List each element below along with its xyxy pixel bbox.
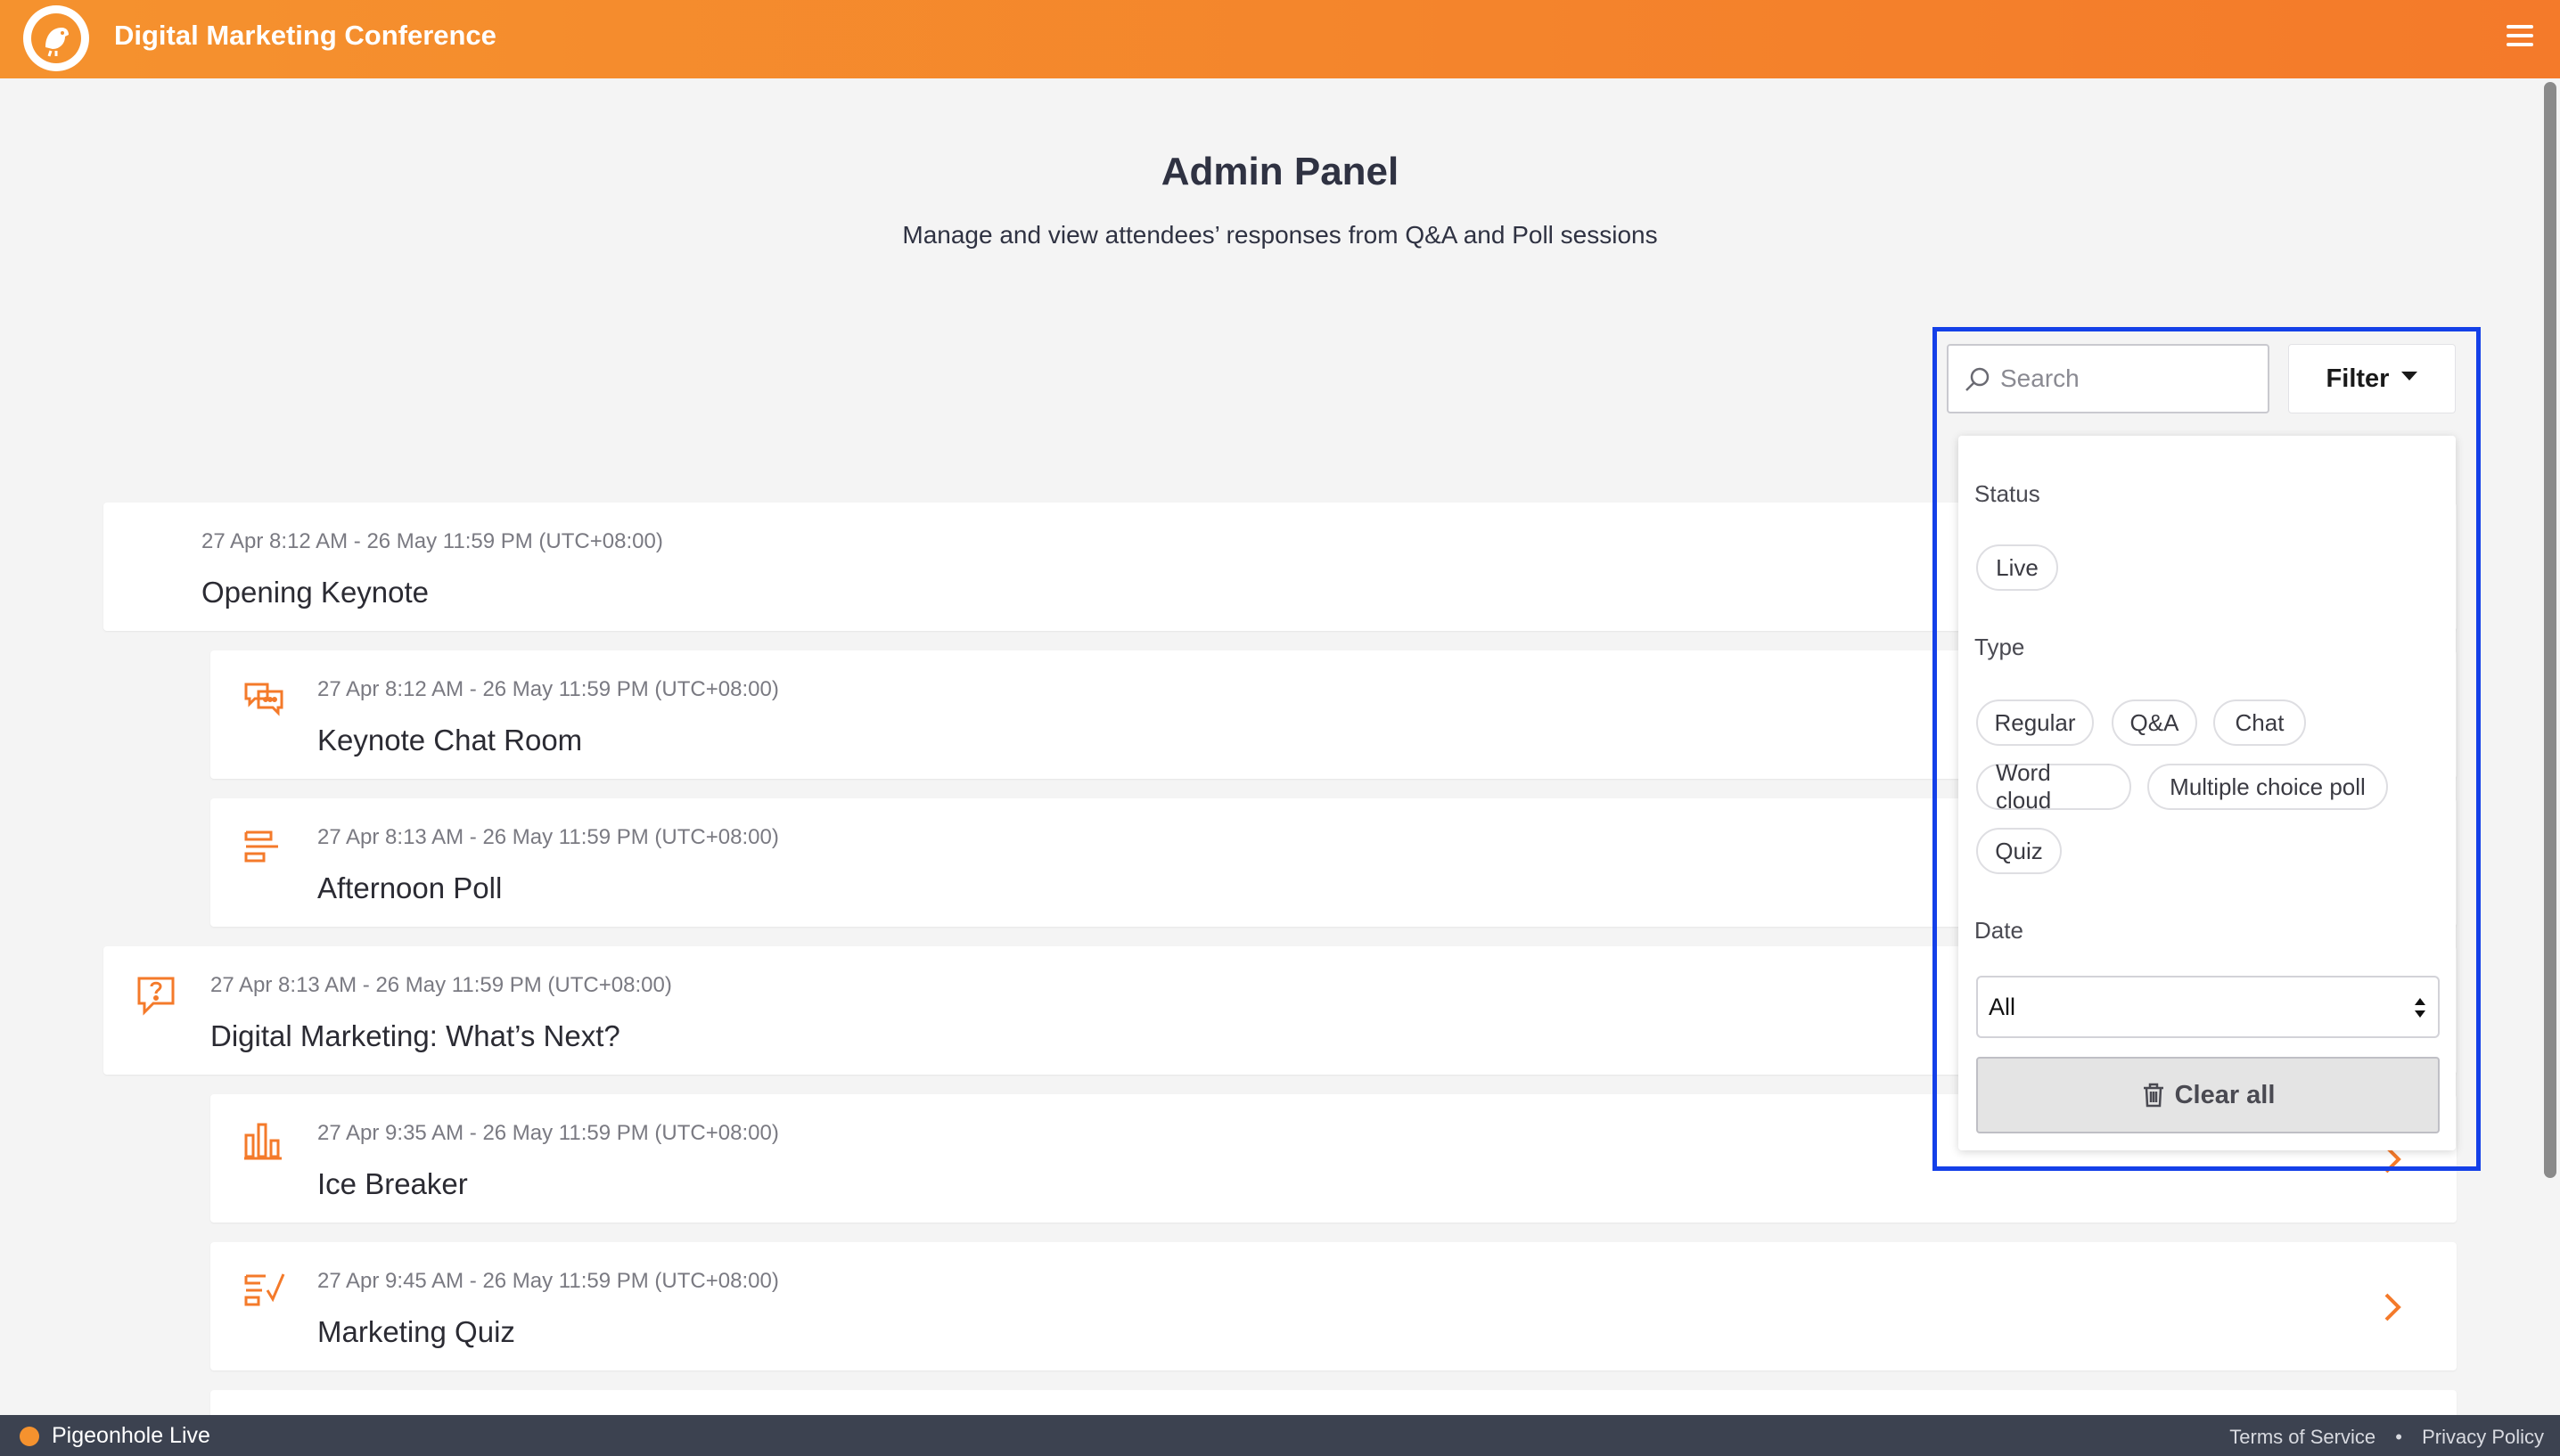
session-name: Ice Breaker: [317, 1167, 468, 1200]
session-date: 27 Apr 8:12 AM - 26 May 11:59 PM (UTC+08…: [201, 529, 663, 553]
footer-bar: Pigeonhole Live Terms of Service • Priva…: [0, 1415, 2560, 1456]
page-subtitle: Manage and view attendees’ responses fro…: [902, 221, 1658, 249]
chevron-right-icon[interactable]: [2382, 1292, 2403, 1322]
session-card[interactable]: 27 Apr 9:45 AM - 26 May 11:59 PM (UTC+08…: [210, 1242, 2457, 1370]
session-name: Marketing Quiz: [317, 1315, 515, 1348]
session-date: 27 Apr 9:45 AM - 26 May 11:59 PM (UTC+08…: [317, 1269, 779, 1293]
quiz-icon: [242, 1271, 287, 1314]
footer-separator: •: [2395, 1426, 2402, 1448]
pigeon-logo-small-icon: [20, 1426, 39, 1446]
session-date: 27 Apr 8:13 AM - 26 May 11:59 PM (UTC+08…: [317, 825, 779, 849]
top-bar: Digital Marketing Conference: [0, 0, 2560, 78]
session-name: Keynote Chat Room: [317, 724, 583, 757]
app-title: Digital Marketing Conference: [114, 20, 496, 51]
footer-brand-label: Pigeonhole Live: [52, 1423, 210, 1448]
page-title: Admin Panel: [1161, 150, 1399, 193]
session-date: 27 Apr 8:12 AM - 26 May 11:59 PM (UTC+08…: [317, 677, 779, 701]
terms-link[interactable]: Terms of Service: [2229, 1426, 2375, 1448]
privacy-link[interactable]: Privacy Policy: [2422, 1426, 2544, 1448]
session-name: Opening Keynote: [201, 576, 430, 609]
chat-icon: [242, 679, 285, 723]
qa-icon: [135, 975, 176, 1020]
hamburger-icon[interactable]: [2507, 25, 2533, 50]
session-date: 27 Apr 9:35 AM - 26 May 11:59 PM (UTC+08…: [317, 1121, 779, 1145]
session-name: Afternoon Poll: [317, 871, 503, 904]
session-date: 27 Apr 8:13 AM - 26 May 11:59 PM (UTC+08…: [210, 973, 672, 997]
session-name: Digital Marketing: What’s Next?: [210, 1019, 620, 1052]
pigeon-logo-icon[interactable]: [23, 5, 89, 71]
footer-links: Terms of Service • Privacy Policy: [2215, 1426, 2544, 1449]
bar-chart-icon: [242, 1121, 283, 1166]
highlight-box: [1932, 327, 2481, 1171]
poll-icon: [242, 829, 285, 869]
footer-brand[interactable]: Pigeonhole Live: [20, 1423, 210, 1449]
